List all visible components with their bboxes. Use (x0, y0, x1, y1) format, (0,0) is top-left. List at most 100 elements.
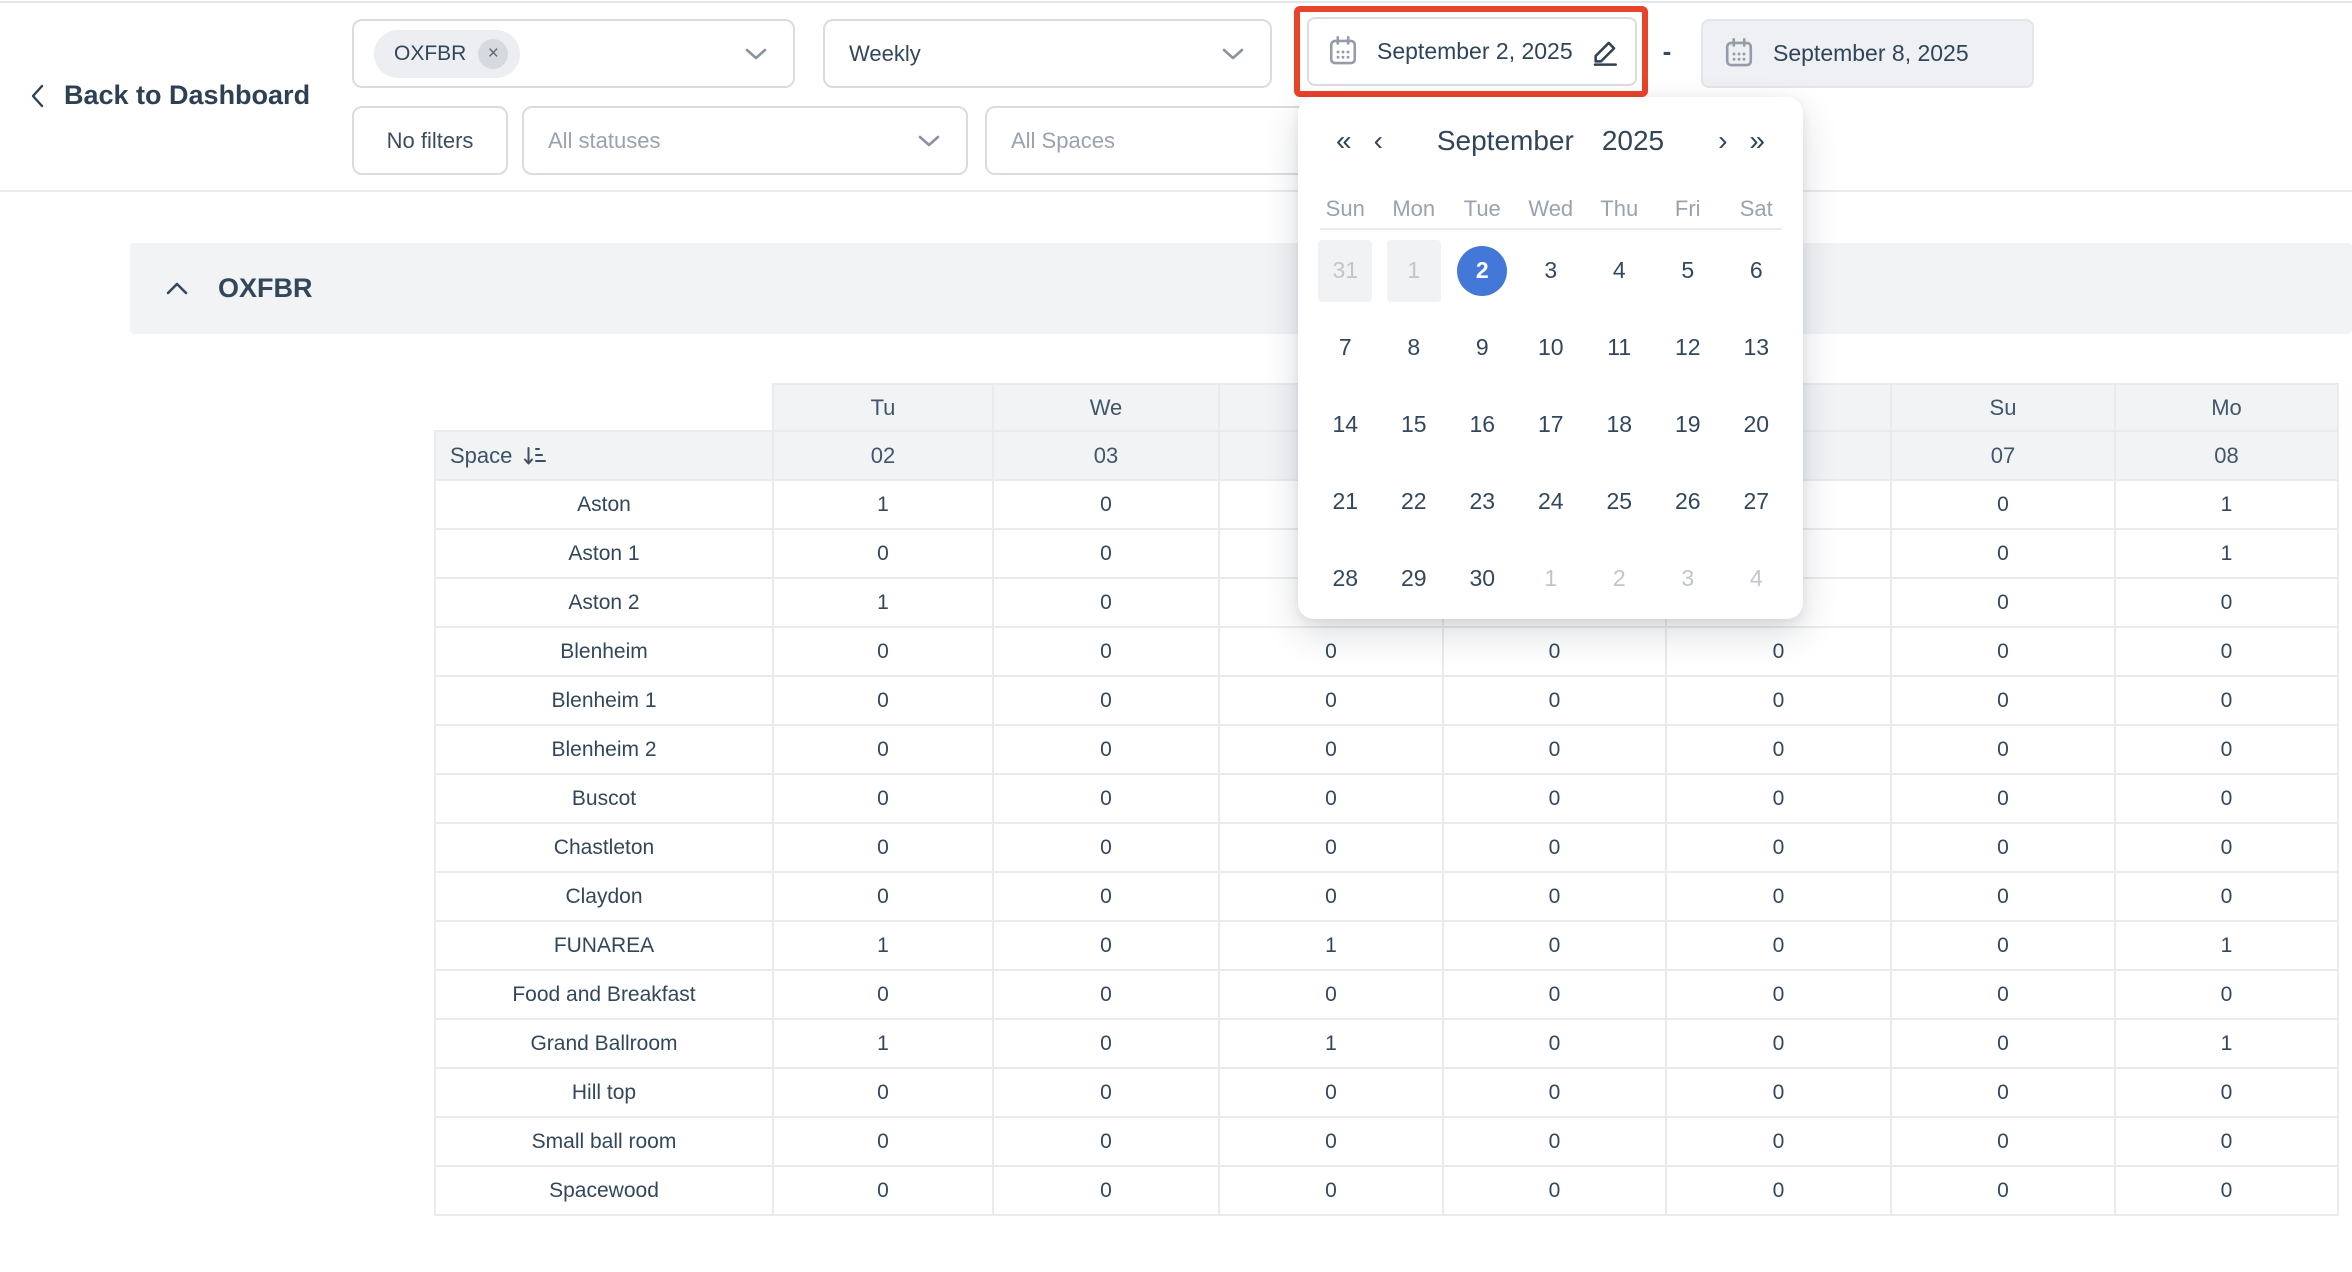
no-filters-button[interactable]: No filters (352, 106, 508, 175)
spaces-placeholder: All Spaces (1011, 128, 1115, 154)
value-cell: 0 (2115, 676, 2338, 725)
value-cell: 0 (2115, 1117, 2338, 1166)
calendar-day[interactable]: 30 (1457, 554, 1507, 604)
value-cell: 0 (1891, 1019, 2115, 1068)
calendar-day[interactable]: 4 (1594, 246, 1644, 296)
value-cell: 0 (773, 676, 993, 725)
value-cell: 1 (773, 1019, 993, 1068)
value-cell: 0 (1443, 970, 1666, 1019)
calendar-day[interactable]: 4 (1731, 554, 1781, 604)
value-cell: 0 (993, 725, 1219, 774)
calendar-date-cell: 17 (1517, 386, 1586, 463)
space-name-cell: Aston 2 (435, 578, 773, 627)
calendar-day[interactable]: 21 (1320, 477, 1370, 527)
calendar-day[interactable]: 23 (1457, 477, 1507, 527)
calendar-day[interactable]: 9 (1457, 323, 1507, 373)
calendar-day[interactable]: 26 (1663, 477, 1713, 527)
calendar-day[interactable]: 2 (1594, 554, 1644, 604)
value-cell: 0 (993, 921, 1219, 970)
calendar-date-cell: 9 (1448, 309, 1517, 386)
calendar-day[interactable]: 20 (1731, 400, 1781, 450)
chevron-up-icon[interactable] (164, 279, 190, 299)
calendar-year-label[interactable]: 2025 (1602, 125, 1664, 157)
value-cell: 0 (1219, 725, 1443, 774)
booking-report-page: Back to Dashboard OXFBR × Weekly Septemb… (0, 0, 2352, 1272)
value-cell: 0 (1891, 676, 2115, 725)
calendar-month-label[interactable]: September (1437, 125, 1574, 157)
value-cell: 0 (1219, 1117, 1443, 1166)
chevron-left-icon (26, 81, 50, 111)
calendar-dates: 3112345678910111213141516171819202122232… (1311, 232, 1791, 617)
calendar-day-selected[interactable]: 2 (1457, 246, 1507, 296)
calendar-day[interactable]: 22 (1389, 477, 1439, 527)
period-select[interactable]: Weekly (823, 19, 1272, 88)
calendar-day[interactable]: 18 (1594, 400, 1644, 450)
group-multiselect[interactable]: OXFBR × (352, 19, 795, 88)
value-cell: 1 (773, 578, 993, 627)
space-name-cell: Spacewood (435, 1166, 773, 1215)
value-cell: 0 (1666, 1166, 1891, 1215)
table-row: Blenheim 10000000 (435, 676, 2338, 725)
calendar-day[interactable]: 5 (1663, 246, 1713, 296)
value-cell: 0 (1891, 529, 2115, 578)
calendar-day[interactable]: 13 (1731, 323, 1781, 373)
calendar-day[interactable]: 12 (1663, 323, 1713, 373)
space-name-cell: Hill top (435, 1068, 773, 1117)
calendar-day[interactable]: 16 (1457, 400, 1507, 450)
value-cell: 0 (1891, 774, 2115, 823)
calendar-day[interactable]: 3 (1663, 554, 1713, 604)
next-year-button[interactable]: » (1749, 127, 1765, 155)
calendar-day[interactable]: 6 (1731, 246, 1781, 296)
top-divider (0, 1, 2352, 3)
calendar-day[interactable]: 31 (1318, 240, 1372, 302)
value-cell: 0 (993, 872, 1219, 921)
back-to-dashboard-link[interactable]: Back to Dashboard (26, 80, 310, 111)
calendar-day[interactable]: 25 (1594, 477, 1644, 527)
calendar-day[interactable]: 11 (1594, 323, 1644, 373)
calendar-day[interactable]: 17 (1526, 400, 1576, 450)
value-cell: 0 (1219, 676, 1443, 725)
calendar-day[interactable]: 29 (1389, 554, 1439, 604)
space-name-cell: Blenheim 2 (435, 725, 773, 774)
prev-month-button[interactable]: ‹ (1374, 127, 1383, 155)
value-cell: 1 (1219, 921, 1443, 970)
value-cell: 0 (1891, 1117, 2115, 1166)
value-cell: 0 (773, 774, 993, 823)
value-cell: 0 (1219, 823, 1443, 872)
calendar-day[interactable]: 24 (1526, 477, 1576, 527)
calendar-day[interactable]: 28 (1320, 554, 1370, 604)
end-date-value: September 8, 2025 (1773, 40, 1969, 67)
space-name-cell: FUNAREA (435, 921, 773, 970)
section-header-oxfbr[interactable]: OXFBR (130, 243, 2352, 334)
calendar-day[interactable]: 7 (1320, 323, 1370, 373)
sort-icon[interactable] (522, 444, 548, 468)
value-cell: 0 (2115, 627, 2338, 676)
end-date-picker[interactable]: September 8, 2025 (1701, 19, 2034, 88)
calendar-day[interactable]: 1 (1526, 554, 1576, 604)
chevron-down-icon (743, 46, 769, 62)
statuses-select[interactable]: All statuses (522, 106, 968, 175)
calendar-day[interactable]: 10 (1526, 323, 1576, 373)
calendar-day[interactable]: 14 (1320, 400, 1370, 450)
calendar-day[interactable]: 8 (1389, 323, 1439, 373)
value-cell: 0 (1443, 1068, 1666, 1117)
calendar-date-cell: 31 (1311, 232, 1380, 309)
space-name-cell: Claydon (435, 872, 773, 921)
group-tag-pill: OXFBR × (374, 30, 520, 78)
calendar-day[interactable]: 27 (1731, 477, 1781, 527)
value-cell: 0 (1666, 774, 1891, 823)
calendar-date-cell: 12 (1654, 309, 1723, 386)
calendar-day[interactable]: 3 (1526, 246, 1576, 296)
value-cell: 0 (773, 872, 993, 921)
prev-year-button[interactable]: « (1336, 127, 1352, 155)
value-cell: 0 (773, 529, 993, 578)
calendar-day[interactable]: 1 (1387, 240, 1441, 302)
next-month-button[interactable]: › (1718, 127, 1727, 155)
value-cell: 0 (993, 1019, 1219, 1068)
calendar-day[interactable]: 15 (1389, 400, 1439, 450)
calendar-day[interactable]: 19 (1663, 400, 1713, 450)
space-column-header[interactable]: Space (435, 431, 773, 480)
space-name-cell: Blenheim (435, 627, 773, 676)
remove-tag-button[interactable]: × (478, 39, 508, 69)
header-divider (0, 190, 2352, 192)
